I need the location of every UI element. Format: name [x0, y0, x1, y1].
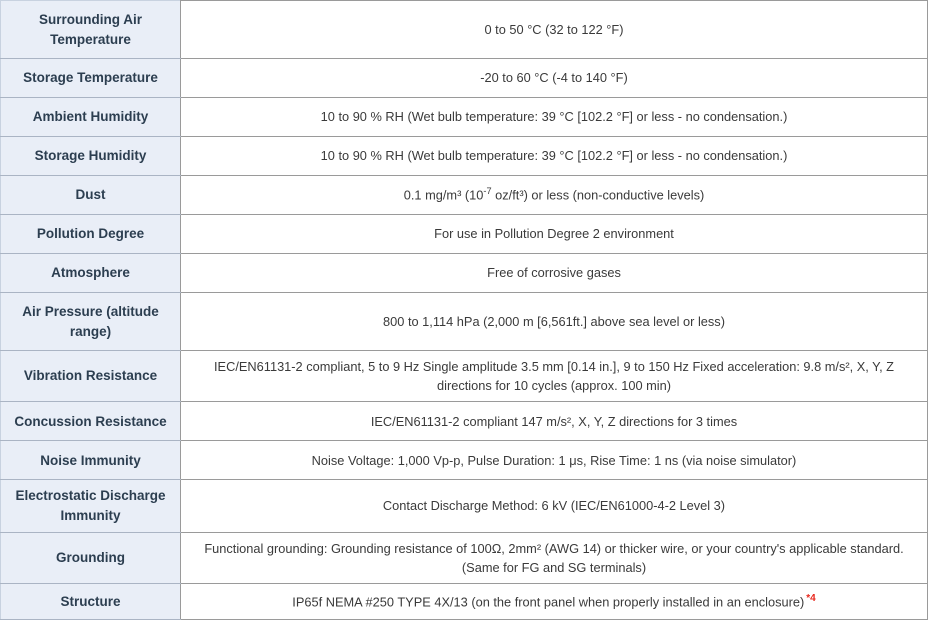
spec-value-text-tail: oz/ft³) or less (non-conductive levels): [491, 187, 705, 203]
spec-value-text: 0 to 50 °C (32 to 122 °F): [484, 21, 624, 37]
spec-value-cell: IP65f NEMA #250 TYPE 4X/13 (on the front…: [180, 582, 928, 620]
spec-label-cell: Dust: [0, 175, 181, 215]
spec-value-text: Free of corrosive gases: [487, 265, 621, 281]
spec-value-text: IEC/EN61131-2 compliant 147 m/s², X, Y, …: [370, 413, 738, 429]
spec-label-cell: Concussion Resistance: [0, 401, 181, 442]
spec-value-cell: Contact Discharge Method: 6 kV (IEC/EN61…: [180, 479, 928, 533]
spec-value-text: 10 to 90 % RH (Wet bulb temperature: 39 …: [320, 109, 788, 125]
spec-value-text: Contact Discharge Method: 6 kV (IEC/EN61…: [382, 498, 726, 514]
spec-value-cell: -20 to 60 °C (-4 to 140 °F): [180, 58, 928, 98]
spec-value-cell: Free of corrosive gases: [180, 253, 928, 293]
spec-value-cell: 10 to 90 % RH (Wet bulb temperature: 39 …: [180, 136, 928, 176]
spec-value-text: 0.1 mg/m³ (10: [403, 187, 484, 203]
specifications-table: Surrounding Air Temperature 0 to 50 °C (3…: [0, 0, 928, 620]
spec-value-text: Functional grounding: Grounding resistan…: [204, 540, 904, 575]
specifications-table-body: Surrounding Air Temperature 0 to 50 °C (3…: [0, 0, 928, 620]
spec-label-cell: Surrounding Air Temperature: [0, 0, 181, 59]
spec-label-cell: Vibration Resistance: [0, 349, 181, 403]
spec-label-cell: Structure: [0, 582, 181, 620]
table-row: Storage Temperature -20 to 60 °C (-4 to 1…: [0, 58, 928, 98]
spec-label-cell: Storage Temperature: [0, 58, 181, 98]
spec-value-cell: Functional grounding: Grounding resistan…: [180, 531, 928, 584]
spec-value-text: -20 to 60 °C (-4 to 140 °F): [480, 70, 628, 86]
table-row: Vibration Resistance IEC/EN61131-2 compli…: [0, 349, 928, 403]
spec-value-text: IEC/EN61131-2 compliant, 5 to 9 Hz Singl…: [214, 359, 894, 394]
spec-value-text: Noise Voltage: 1,000 Vp-p, Pulse Duratio…: [311, 452, 797, 468]
spec-value-cell: 0 to 50 °C (32 to 122 °F): [180, 0, 928, 59]
spec-value-text: For use in Pollution Degree 2 environmen…: [434, 226, 674, 242]
spec-value-cell: IEC/EN61131-2 compliant, 5 to 9 Hz Singl…: [180, 349, 928, 403]
spec-value-cell: For use in Pollution Degree 2 environmen…: [180, 214, 928, 254]
spec-label-cell: Ambient Humidity: [0, 97, 181, 137]
spec-label-cell: Noise Immunity: [0, 440, 181, 481]
spec-value-cell: IEC/EN61131-2 compliant 147 m/s², X, Y, …: [180, 401, 928, 442]
spec-label-cell: Air Pressure (altitude range): [0, 292, 181, 351]
spec-value-text: IP65f NEMA #250 TYPE 4X/13 (on the front…: [292, 594, 805, 610]
spec-value-cell: 10 to 90 % RH (Wet bulb temperature: 39 …: [180, 97, 928, 137]
table-row: Atmosphere Free of corrosive gases: [0, 253, 928, 293]
spec-value-text: 800 to 1,114 hPa (2,000 m [6,561ft.] abo…: [383, 313, 725, 329]
table-row: Concussion Resistance IEC/EN61131-2 compl…: [0, 401, 928, 442]
spec-value-cell: Noise Voltage: 1,000 Vp-p, Pulse Duratio…: [180, 440, 928, 481]
spec-label-cell: Storage Humidity: [0, 136, 181, 176]
table-row: Pollution Degree For use in Pollution Deg…: [0, 214, 928, 254]
table-row: Dust 0.1 mg/m³ (10-7 oz/ft³) or less (non…: [0, 175, 928, 215]
table-row: Structure IP65f NEMA #250 TYPE 4X/13 (on …: [0, 582, 928, 620]
spec-label-cell: Pollution Degree: [0, 214, 181, 254]
spec-label-cell: Atmosphere: [0, 253, 181, 293]
table-row: Ambient Humidity 10 to 90 % RH (Wet bulb …: [0, 97, 928, 137]
spec-value-text: 10 to 90 % RH (Wet bulb temperature: 39 …: [320, 148, 788, 164]
spec-label-cell: Electrostatic Discharge Immunity: [0, 479, 181, 533]
table-row: Surrounding Air Temperature 0 to 50 °C (3…: [0, 0, 928, 59]
table-row: Electrostatic Discharge Immunity Contact …: [0, 479, 928, 533]
spec-label-cell: Grounding: [0, 531, 181, 584]
spec-value-exponent: -7: [483, 186, 492, 197]
footnote-marker: *4: [806, 593, 816, 605]
table-row: Noise Immunity Noise Voltage: 1,000 Vp-p,…: [0, 440, 928, 481]
table-row: Storage Humidity 10 to 90 % RH (Wet bulb …: [0, 136, 928, 176]
spec-value-cell: 800 to 1,114 hPa (2,000 m [6,561ft.] abo…: [180, 292, 928, 351]
table-row: Grounding Functional grounding: Grounding…: [0, 531, 928, 584]
table-row: Air Pressure (altitude range) 800 to 1,11…: [0, 292, 928, 351]
spec-value-cell: 0.1 mg/m³ (10-7 oz/ft³) or less (non-con…: [180, 175, 928, 215]
